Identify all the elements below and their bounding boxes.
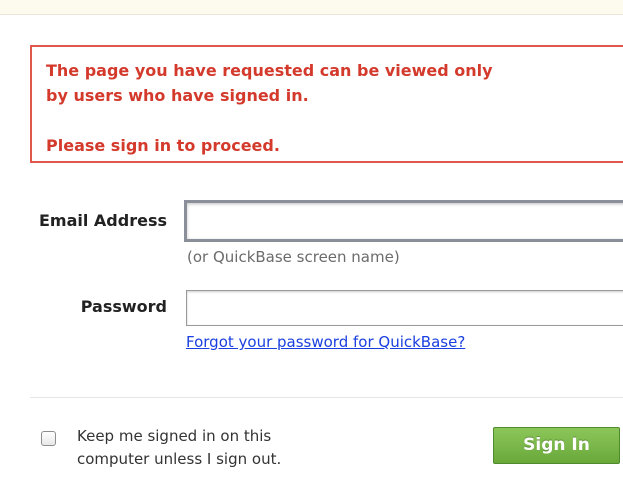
email-label: Email Address [38, 211, 167, 230]
error-line-1: The page you have requested can be viewe… [46, 61, 493, 80]
forgot-password-link[interactable]: Forgot your password for QuickBase? [186, 333, 465, 351]
error-line-2: by users who have signed in. [46, 86, 309, 105]
keep-signed-in-line-2: computer unless I sign out. [77, 450, 282, 468]
email-hint: (or QuickBase screen name) [187, 248, 400, 266]
error-line-3: Please sign in to proceed. [46, 136, 280, 155]
password-label: Password [80, 297, 167, 316]
top-strip [0, 0, 623, 15]
signin-required-message: The page you have requested can be viewe… [30, 45, 623, 163]
password-input[interactable] [186, 290, 623, 326]
error-gap [46, 108, 623, 133]
signin-page: The page you have requested can be viewe… [0, 0, 623, 500]
keep-signed-in-label: Keep me signed in on this computer unles… [77, 425, 281, 471]
email-input[interactable] [184, 200, 623, 242]
keep-signed-in-line-1: Keep me signed in on this [77, 427, 272, 445]
sign-in-button[interactable]: Sign In [493, 427, 620, 464]
keep-signed-in-checkbox[interactable] [41, 431, 56, 446]
divider [30, 397, 623, 398]
